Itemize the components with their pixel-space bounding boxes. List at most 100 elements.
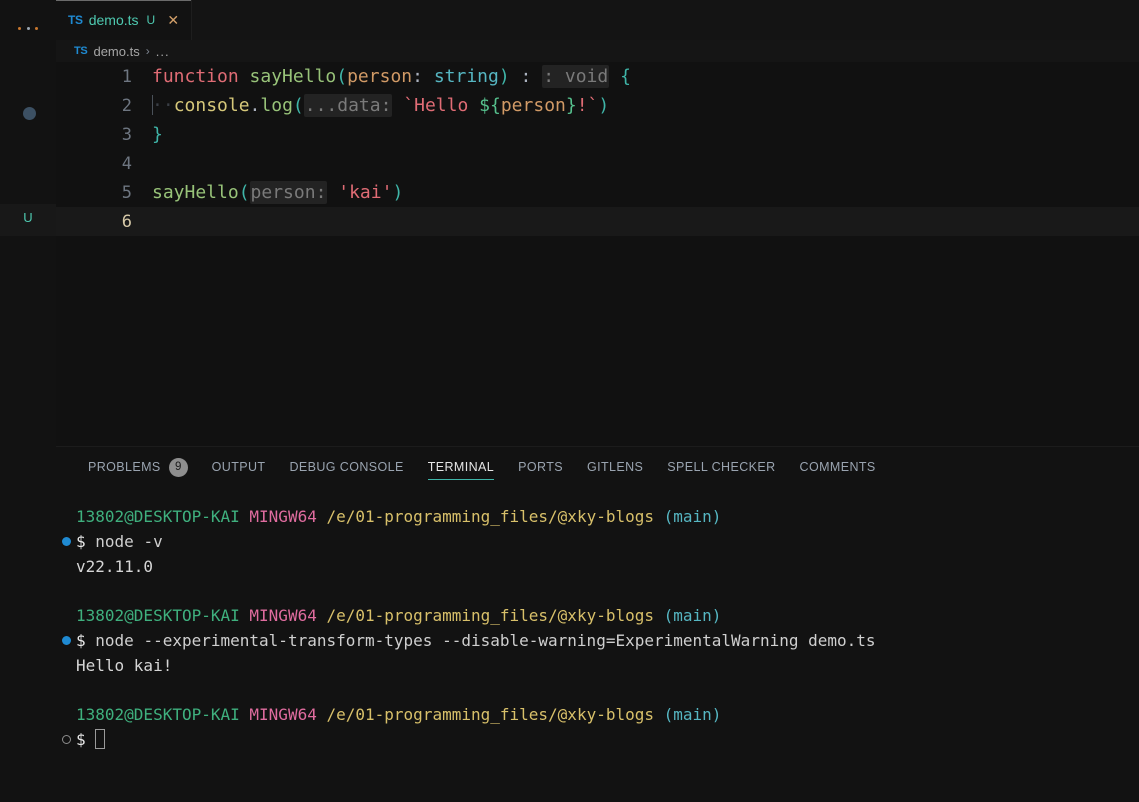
code-token-punctuation: ( (292, 95, 304, 116)
code-token-function: sayHello (249, 66, 337, 87)
whitespace-dots: ·· (152, 95, 174, 116)
panel-tab-output[interactable]: OUTPUT (200, 447, 278, 487)
terminal-git-branch: (main) (663, 705, 722, 724)
code-line[interactable]: 4 (56, 149, 1139, 178)
code-line[interactable]: 5 sayHello(person: 'kai') (56, 178, 1139, 207)
close-icon[interactable]: ✕ (165, 13, 181, 27)
terminal-user-host: 13802@DESKTOP-KAI (76, 606, 240, 625)
terminal-shell-name: MINGW64 (249, 705, 317, 724)
code-token-punctuation: ( (238, 182, 250, 203)
terminal-path: /e/01-programming_files/@xky-blogs (326, 705, 654, 724)
panel-tab-gitlens[interactable]: GITLENS (575, 447, 655, 487)
terminal-prompt-line: 13802@DESKTOP-KAI MINGW64 /e/01-programm… (56, 702, 1139, 727)
panel-tab-terminal[interactable]: TERMINAL (416, 447, 506, 487)
panel-tab-problems[interactable]: PROBLEMS 9 (76, 447, 200, 487)
terminal-command-line[interactable]: $ node -v (56, 529, 1139, 554)
terminal-path: /e/01-programming_files/@xky-blogs (326, 507, 654, 526)
editor-tab-demo-ts[interactable]: TS demo.ts U ✕ (56, 0, 193, 40)
editor-tab-bar: TS demo.ts U ✕ (56, 0, 1139, 40)
breakpoint-dot-icon[interactable] (23, 107, 36, 120)
bottom-panel: PROBLEMS 9 OUTPUT DEBUG CONSOLE TERMINAL PORT… (56, 446, 1139, 802)
terminal-output-text: v22.11.0 (76, 557, 154, 576)
terminal-shell-name: MINGW64 (249, 606, 317, 625)
terminal-prompt-symbol: $ (76, 631, 86, 650)
line-number: 1 (121, 66, 132, 87)
code-token-punctuation: ) (498, 66, 510, 87)
panel-tab-label: SPELL CHECKER (667, 460, 776, 474)
terminal-cursor (95, 729, 106, 749)
terminal-path: /e/01-programming_files/@xky-blogs (326, 606, 654, 625)
line-number: 3 (121, 124, 132, 145)
code-token-method: log (260, 95, 293, 116)
panel-tab-debug-console[interactable]: DEBUG CONSOLE (277, 447, 415, 487)
command-decoration-success-icon[interactable] (62, 537, 71, 546)
editor-area: TS demo.ts U ✕ TS demo.ts › ... 1 functio… (56, 0, 1139, 802)
terminal-output-line: Hello kai! (56, 653, 1139, 678)
ellipsis-icon[interactable] (18, 20, 38, 36)
code-editor[interactable]: 1 function sayHello(person: string) : : v… (56, 62, 1139, 446)
terminal-prompt-symbol: $ (76, 532, 86, 551)
panel-tab-label: OUTPUT (211, 460, 266, 474)
code-token-brace: { (609, 66, 631, 87)
git-status-badge: U (0, 204, 56, 236)
breadcrumb-file[interactable]: demo.ts (93, 44, 139, 59)
code-token-punctuation: ( (336, 66, 348, 87)
code-token-inlay: person: (249, 181, 328, 204)
code-token-parameter: person (500, 95, 566, 116)
editor-tab-label: demo.ts (88, 12, 139, 28)
line-number: 6 (121, 211, 132, 232)
editor-tab-modifier-badge: U (146, 13, 156, 27)
code-line[interactable]: 6 (56, 207, 1139, 236)
panel-tab-label: PROBLEMS (88, 460, 161, 474)
code-line[interactable]: 1 function sayHello(person: string) : : v… (56, 62, 1139, 91)
code-content[interactable]: ··console.log(...data: `Hello ${person}!… (144, 94, 1139, 117)
panel-tab-label: PORTS (518, 460, 563, 474)
terminal-git-branch: (main) (663, 507, 722, 526)
terminal-user-host: 13802@DESKTOP-KAI (76, 507, 240, 526)
terminal-shell-name: MINGW64 (249, 507, 317, 526)
code-content[interactable]: function sayHello(person: string) : : vo… (144, 65, 1139, 88)
code-token-plain-punc: : (412, 66, 434, 87)
panel-tab-label: COMMENTS (799, 460, 876, 474)
line-number: 2 (121, 95, 132, 116)
code-token-template: !` (576, 95, 599, 116)
breadcrumb-overflow[interactable]: ... (156, 44, 170, 59)
panel-tab-label: TERMINAL (427, 460, 495, 474)
code-token-brace: } (152, 124, 163, 145)
code-content[interactable]: sayHello(person: 'kai') (144, 181, 1139, 204)
code-token-template: `Hello (392, 95, 480, 116)
panel-tab-bar: PROBLEMS 9 OUTPUT DEBUG CONSOLE TERMINAL PORT… (56, 447, 1139, 487)
git-status-badge-label: U (23, 210, 33, 225)
code-token-keyword: function (152, 66, 250, 87)
terminal-command-line[interactable]: $ node --experimental-transform-types --… (56, 628, 1139, 653)
code-token-interpolation: } (565, 95, 577, 116)
terminal-prompt-line: 13802@DESKTOP-KAI MINGW64 /e/01-programm… (56, 603, 1139, 628)
terminal-prompt-symbol: $ (76, 730, 86, 749)
chevron-right-icon: › (145, 44, 150, 58)
command-decoration-pending-icon[interactable] (62, 735, 71, 744)
code-token-parameter: person (347, 66, 413, 87)
terminal-output-text: Hello kai! (76, 656, 173, 675)
code-token-inlay-lead: : (509, 66, 543, 87)
terminal-output-line: v22.11.0 (56, 554, 1139, 579)
breadcrumb[interactable]: TS demo.ts › ... (56, 40, 1139, 62)
terminal-prompt-line: 13802@DESKTOP-KAI MINGW64 /e/01-programm… (56, 504, 1139, 529)
code-token-function: sayHello (152, 182, 239, 203)
code-token-punctuation: ) (392, 182, 404, 203)
panel-tab-ports[interactable]: PORTS (506, 447, 575, 487)
line-number: 4 (121, 153, 132, 174)
command-decoration-success-icon[interactable] (62, 636, 71, 645)
terminal-command-line[interactable]: $ (56, 727, 1139, 752)
code-token-inlay: : void (542, 65, 610, 88)
code-content[interactable]: } (144, 124, 1139, 145)
panel-tab-spell-checker[interactable]: SPELL CHECKER (655, 447, 787, 487)
code-line[interactable]: 2 ··console.log(...data: `Hello ${person}… (56, 91, 1139, 120)
panel-tab-comments[interactable]: COMMENTS (788, 447, 888, 487)
code-lines: 1 function sayHello(person: string) : : v… (56, 62, 1139, 236)
terminal-output[interactable]: 13802@DESKTOP-KAI MINGW64 /e/01-programm… (56, 487, 1139, 802)
code-line[interactable]: 3} (56, 120, 1139, 149)
vscode-window: U TS demo.ts U ✕ TS demo.ts › ... 1 funct… (0, 0, 1139, 802)
code-token-inlay: ...data: (303, 94, 393, 117)
